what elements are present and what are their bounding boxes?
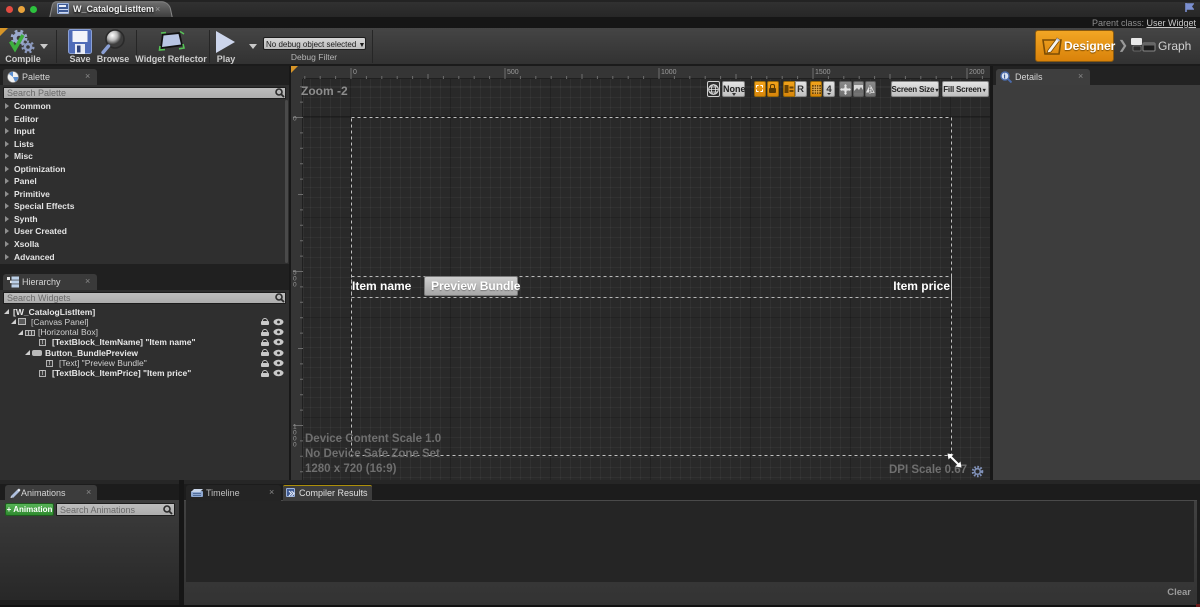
- svg-text:i: i: [1004, 73, 1006, 81]
